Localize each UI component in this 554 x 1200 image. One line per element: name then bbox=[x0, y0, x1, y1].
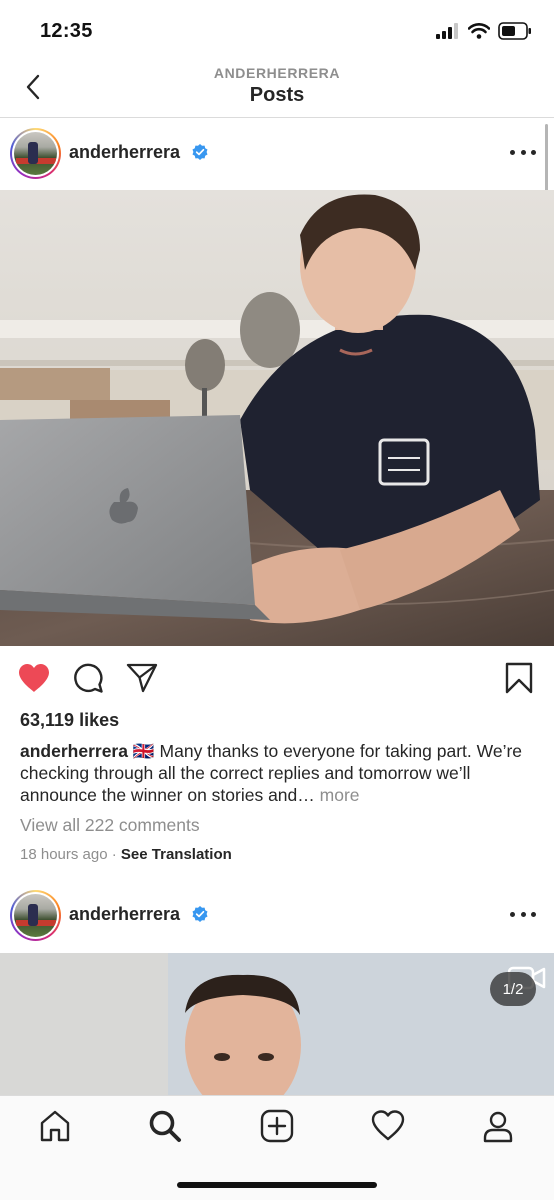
activity-heart-icon bbox=[371, 1110, 405, 1141]
post-actions bbox=[0, 656, 554, 702]
profile-icon bbox=[483, 1111, 513, 1143]
post-timestamp: 18 hours ago bbox=[20, 846, 108, 863]
bookmark-icon bbox=[505, 662, 533, 694]
status-time: 12:35 bbox=[40, 20, 93, 42]
status-bar: 12:35 bbox=[0, 0, 554, 60]
bottom-tab-bar bbox=[0, 1095, 554, 1200]
caption-username[interactable]: anderherrera bbox=[20, 741, 128, 761]
post-header: anderherrera bbox=[0, 880, 554, 952]
avatar[interactable] bbox=[10, 890, 61, 941]
tab-new-post[interactable] bbox=[257, 1106, 297, 1146]
post-caption: anderherrera 🇬🇧 Many thanks to everyone … bbox=[20, 740, 540, 806]
post-photo-illustration bbox=[0, 190, 554, 646]
view-comments-link[interactable]: View all 222 comments bbox=[20, 815, 200, 836]
home-icon bbox=[40, 1110, 70, 1142]
heart-filled-icon bbox=[19, 664, 49, 692]
more-options-button[interactable] bbox=[510, 904, 536, 924]
save-button[interactable] bbox=[501, 660, 537, 696]
home-indicator[interactable] bbox=[177, 1182, 377, 1188]
like-button[interactable] bbox=[16, 660, 52, 696]
post-photo[interactable] bbox=[0, 190, 554, 646]
tab-activity[interactable] bbox=[368, 1106, 408, 1146]
verified-icon bbox=[192, 906, 208, 922]
avatar[interactable] bbox=[10, 128, 61, 179]
comment-icon bbox=[74, 663, 103, 693]
meta-separator: · bbox=[111, 846, 117, 863]
post-username[interactable]: anderherrera bbox=[69, 904, 180, 925]
wifi-icon bbox=[468, 23, 490, 39]
status-icons bbox=[436, 22, 532, 40]
caption-more-link[interactable]: more bbox=[320, 785, 360, 805]
post-photo[interactable] bbox=[0, 953, 554, 1095]
carousel-count-badge: 1/2 bbox=[490, 972, 536, 1006]
tab-search[interactable] bbox=[145, 1106, 185, 1146]
search-icon bbox=[149, 1110, 181, 1142]
tab-profile[interactable] bbox=[478, 1106, 518, 1146]
nav-header: ANDERHERRERA Posts bbox=[0, 60, 554, 118]
account-name-header: ANDERHERRERA bbox=[213, 65, 341, 81]
post-header: anderherrera bbox=[0, 118, 554, 190]
more-options-button[interactable] bbox=[510, 142, 536, 162]
likes-count[interactable]: 63,119 likes bbox=[20, 710, 119, 731]
caption-flag: 🇬🇧 bbox=[132, 741, 155, 761]
post-photo-illustration bbox=[0, 953, 554, 1095]
share-icon bbox=[126, 663, 158, 693]
tab-home[interactable] bbox=[35, 1106, 75, 1146]
more-icon bbox=[510, 149, 515, 155]
new-post-icon bbox=[260, 1109, 294, 1143]
battery-icon bbox=[498, 22, 531, 40]
page-title: Posts bbox=[249, 84, 305, 106]
signal-icon bbox=[436, 23, 458, 39]
post-meta: 18 hours ago · See Translation bbox=[20, 846, 232, 863]
see-translation-link[interactable]: See Translation bbox=[121, 846, 232, 863]
comment-button[interactable] bbox=[70, 660, 106, 696]
post-username[interactable]: anderherrera bbox=[69, 142, 180, 163]
share-button[interactable] bbox=[124, 660, 160, 696]
more-icon bbox=[510, 911, 515, 917]
verified-icon bbox=[192, 144, 208, 160]
